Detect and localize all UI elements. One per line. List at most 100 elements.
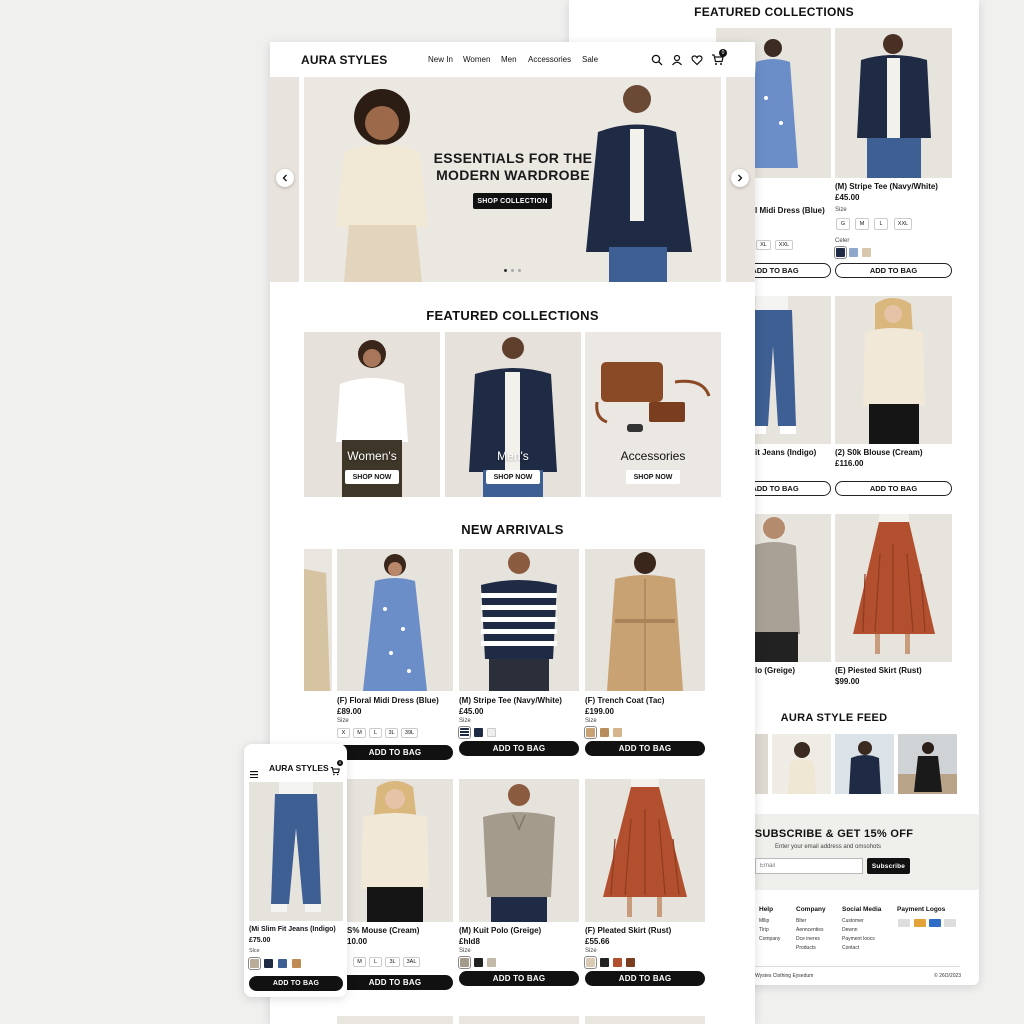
product-name[interactable]: S% Mouse (Cream) xyxy=(347,926,419,935)
site-logo[interactable]: AURA STYLES xyxy=(301,53,387,67)
mobile-site-logo[interactable]: AURA STYLES xyxy=(269,763,329,773)
size-option[interactable]: 3L xyxy=(385,957,400,967)
product-name[interactable]: (2) S0k Blouse (Cream) xyxy=(835,448,923,457)
add-to-bag-button[interactable]: ADD TO BAG xyxy=(585,971,705,986)
footer-link[interactable]: Aenncenties xyxy=(796,927,824,933)
carousel-dots[interactable] xyxy=(504,269,524,273)
footer-link[interactable]: Blter xyxy=(796,918,806,924)
carousel-prev-button[interactable] xyxy=(276,169,294,187)
color-swatch-stone[interactable] xyxy=(487,958,496,967)
add-to-bag-button[interactable]: ADD TO BAG xyxy=(249,976,343,991)
nav-new-in[interactable]: New In xyxy=(428,55,453,64)
color-swatch-black[interactable] xyxy=(600,958,609,967)
color-swatch-stripe[interactable] xyxy=(458,726,471,739)
carousel-dot-active[interactable] xyxy=(504,269,507,272)
size-option[interactable]: 39L xyxy=(401,728,418,738)
footer-link[interactable]: Mllip xyxy=(759,918,769,924)
product-name[interactable]: (M) Kuit Polo (Greige) xyxy=(459,926,541,935)
product-image[interactable] xyxy=(585,549,705,691)
color-swatch-blue[interactable] xyxy=(849,248,858,257)
color-swatch-white[interactable] xyxy=(487,728,496,737)
size-option[interactable]: G xyxy=(836,218,850,230)
product-image[interactable] xyxy=(249,782,343,921)
nav-accessories[interactable]: Accessories xyxy=(528,55,571,64)
product-name[interactable]: (M) Stripe Tee (Navy/White) xyxy=(835,182,938,191)
size-option[interactable]: L xyxy=(369,957,382,967)
product-name[interactable]: (M) Stripe Tee (Navy/White) xyxy=(459,696,562,705)
product-name[interactable]: it Jeans (Indigo) xyxy=(755,448,816,457)
product-image[interactable] xyxy=(459,779,579,922)
size-option[interactable]: M xyxy=(353,728,366,738)
product-name[interactable]: (E) Piested Skirt (Rust) xyxy=(835,666,922,675)
nav-men[interactable]: Men xyxy=(501,55,517,64)
footer-link[interactable]: Tlrip xyxy=(759,927,769,933)
add-to-bag-button[interactable]: ADD TO BAG xyxy=(459,741,579,756)
color-swatch-stone[interactable] xyxy=(248,957,261,970)
feed-image[interactable] xyxy=(755,734,768,794)
footer-link[interactable]: Customer xyxy=(842,918,864,924)
footer-link[interactable]: Payment loocs xyxy=(842,936,875,942)
size-option[interactable]: X xyxy=(337,728,350,738)
color-swatch-black[interactable] xyxy=(474,958,483,967)
wishlist-icon[interactable] xyxy=(691,53,703,66)
shop-now-button[interactable]: SHOP NOW xyxy=(345,470,399,484)
product-image[interactable] xyxy=(835,296,952,444)
collection-card-accessories[interactable]: Accessories SHOP NOW xyxy=(585,332,721,497)
footer-link[interactable]: Contact xyxy=(842,945,859,951)
color-swatch-beige[interactable] xyxy=(862,248,871,257)
email-input[interactable] xyxy=(755,858,863,874)
footer-link[interactable]: Dce ineres xyxy=(796,936,820,942)
product-image[interactable] xyxy=(835,514,952,662)
carousel-dot[interactable] xyxy=(511,269,514,272)
add-to-bag-button[interactable]: ADD TO BAG xyxy=(337,745,453,760)
feed-image[interactable] xyxy=(835,734,894,794)
shop-now-button[interactable]: SHOP NOW xyxy=(486,470,540,484)
nav-women[interactable]: Women xyxy=(463,55,490,64)
footer-link[interactable]: Products xyxy=(796,945,816,951)
color-swatch-brown[interactable] xyxy=(626,958,635,967)
footer-link[interactable]: Dewnn xyxy=(842,927,858,933)
size-option[interactable]: M xyxy=(855,218,869,230)
add-to-bag-button[interactable]: ADD TO BAG xyxy=(835,263,952,278)
collection-card-men[interactable]: Men's SHOP NOW xyxy=(445,332,581,497)
add-to-bag-button[interactable]: ADD TO BAG xyxy=(585,741,705,756)
color-swatch-navy[interactable] xyxy=(474,728,483,737)
carousel-dot[interactable] xyxy=(518,269,521,272)
nav-sale[interactable]: Sale xyxy=(582,55,598,64)
subscribe-button[interactable]: Subscribe xyxy=(867,858,910,874)
size-option[interactable]: XL xyxy=(756,240,771,250)
color-swatch-sand[interactable] xyxy=(613,728,622,737)
product-image[interactable] xyxy=(337,549,453,691)
hamburger-menu-icon[interactable] xyxy=(250,765,258,779)
size-option[interactable]: 3L xyxy=(385,728,398,738)
size-option[interactable]: L xyxy=(369,728,382,738)
feed-image[interactable] xyxy=(772,734,831,794)
product-name[interactable]: (F) Floral Midi Dress (Blue) xyxy=(337,696,439,705)
size-option[interactable]: M xyxy=(353,957,366,967)
color-swatch-rust[interactable] xyxy=(613,958,622,967)
product-image[interactable] xyxy=(337,779,453,922)
size-option[interactable]: XXL xyxy=(894,218,912,230)
shop-now-button[interactable]: SHOP NOW xyxy=(626,470,680,484)
color-swatch-tan[interactable] xyxy=(584,726,597,739)
account-icon[interactable] xyxy=(671,53,683,66)
footer-link[interactable]: Company xyxy=(759,936,780,942)
color-swatch-navy[interactable] xyxy=(834,246,847,259)
add-to-bag-button[interactable]: ADD TO BAG xyxy=(835,481,952,496)
size-option[interactable]: L xyxy=(874,218,888,230)
product-image[interactable] xyxy=(459,549,579,691)
size-option[interactable]: 3AL xyxy=(403,957,420,967)
product-image[interactable] xyxy=(585,779,705,922)
product-name[interactable]: (F) Pleated Skirt (Rust) xyxy=(585,926,671,935)
size-option[interactable]: XXL xyxy=(775,240,793,250)
color-swatch-navy[interactable] xyxy=(264,959,273,968)
collection-card-women[interactable]: Women's SHOP NOW xyxy=(304,332,440,497)
product-name[interactable]: (Mi Slim Fit Jeans (Indigo) xyxy=(249,926,336,933)
product-name[interactable]: (F) Trench Coat (Tac) xyxy=(585,696,664,705)
color-swatch-denim[interactable] xyxy=(278,959,287,968)
carousel-next-button[interactable] xyxy=(731,169,749,187)
search-icon[interactable] xyxy=(651,53,663,66)
color-swatch-greige[interactable] xyxy=(458,956,471,969)
add-to-bag-button[interactable]: ADD TO BAG xyxy=(459,971,579,986)
color-swatch-camel[interactable] xyxy=(600,728,609,737)
